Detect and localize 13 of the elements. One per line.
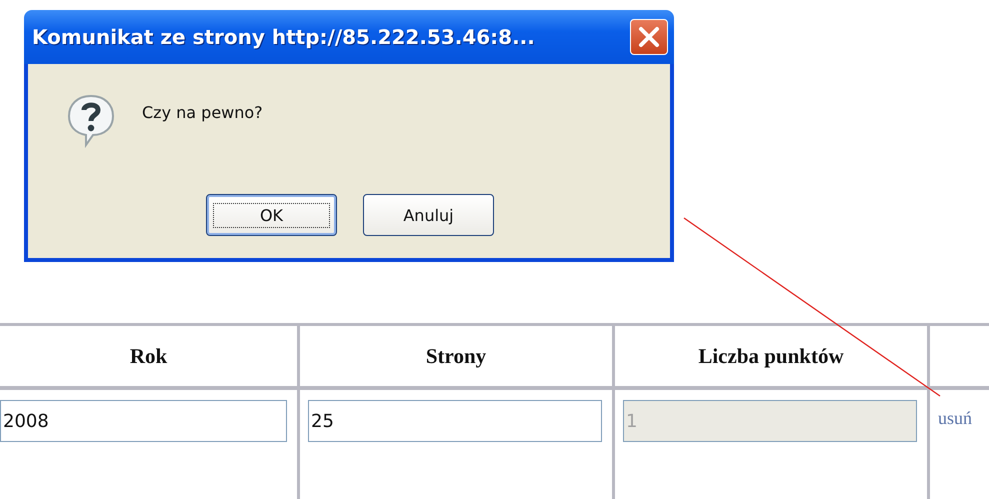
column-header: Rok xyxy=(130,344,168,368)
question-icon xyxy=(66,93,116,149)
close-icon xyxy=(637,25,661,49)
dialog-button[interactable]: Anuluj xyxy=(363,194,494,236)
dialog-button[interactable]: OK xyxy=(206,194,337,236)
message-text: Czy na pewno? xyxy=(142,103,263,122)
close-button[interactable] xyxy=(630,19,668,55)
column-header: Liczba punktów xyxy=(698,344,844,368)
input-field[interactable]: 2008 xyxy=(0,400,287,442)
input-field[interactable]: 25 xyxy=(308,400,602,442)
window-title: Komunikat ze strony http://85.222.53.46:8... xyxy=(32,25,535,49)
delete-link[interactable]: usuń xyxy=(938,408,972,428)
column-header: Strony xyxy=(426,344,486,368)
